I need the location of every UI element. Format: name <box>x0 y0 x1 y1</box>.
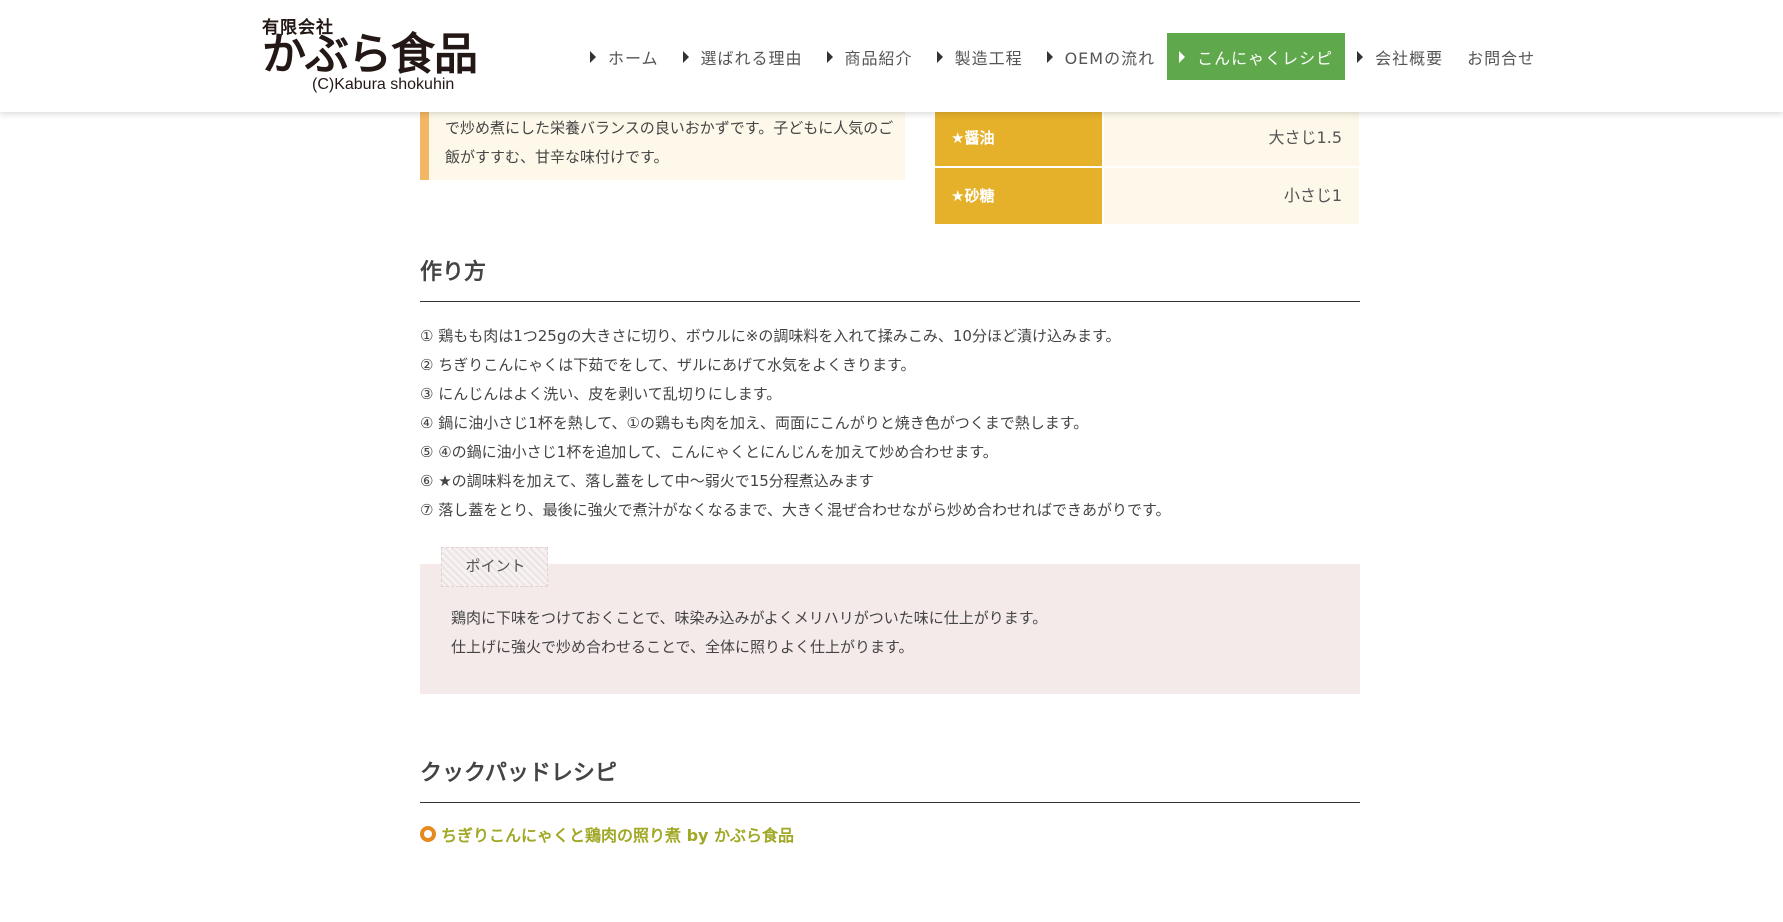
site-logo[interactable]: 有限会社 かぶら食品 (C)Kabura shokuhin <box>262 13 522 99</box>
method-step: ⑥ ★の調味料を加えて、落し蓋をして中〜弱火で15分程煮込みます <box>420 472 874 490</box>
nav-item-oem[interactable]: OEMの流れ <box>1035 33 1168 80</box>
nav-label: お問合せ <box>1467 48 1536 68</box>
nav-item-manufacturing[interactable]: 製造工程 <box>925 33 1035 80</box>
method-step: ⑤ ④の鍋に油小さじ1杯を追加して、こんにゃくとにんじんを加えて炒め合わせます。 <box>420 443 998 461</box>
method-steps: ① 鶏もも肉は1つ25gの大きさに切り、ボウルに※の調味料を入れて揉みこみ、10… <box>420 322 1360 525</box>
triangle-right-icon <box>1046 50 1053 63</box>
method-step: ② ちぎりこんにゃくは下茹でをして、ザルにあげて水気をよくきります。 <box>420 356 916 374</box>
logo-copyright: (C)Kabura shokuhin <box>312 76 455 93</box>
nav-label: OEMの流れ <box>1064 48 1156 68</box>
recipe-intro-text: で炒め煮にした栄養バランスの良いおかずです。子どもに人気のご 飯がすすむ、甘辛な… <box>445 119 894 166</box>
site-header: 有限会社 かぶら食品 (C)Kabura shokuhin ホーム 選ばれる理由… <box>0 0 1783 112</box>
point-label-text: ポイント <box>465 557 526 575</box>
logo-name: かぶら食品 <box>262 29 478 80</box>
triangle-right-icon <box>682 50 689 63</box>
point-label: ポイント <box>441 547 548 587</box>
triangle-right-icon <box>826 50 833 63</box>
nav-item-home[interactable]: ホーム <box>578 33 671 80</box>
nav-item-recipes[interactable]: こんにゃくレシピ <box>1167 33 1346 80</box>
nav-label: ホーム <box>608 48 659 68</box>
point-box: ポイント 鶏肉に下味をつけておくことで、味染み込みがよくメリハリがついた味に仕上… <box>420 547 1360 694</box>
cookpad-link-row: ちぎりこんにゃくと鶏肉の照り煮 by かぶら食品 <box>420 822 794 846</box>
cookpad-icon <box>420 826 436 842</box>
ingredient-name: ★砂糖 <box>935 168 1102 224</box>
ingredient-amount: 小さじ1 <box>1104 168 1359 224</box>
triangle-right-icon <box>590 50 596 63</box>
nav-item-company[interactable]: 会社概要 <box>1345 33 1455 80</box>
method-step: ⑦ 落し蓋をとり、最後に強火で煮汁がなくなるまで、大きく混ぜ合わせながら炒め合わ… <box>420 501 1171 519</box>
ingredient-name: ★醤油 <box>935 110 1102 166</box>
nav-item-contact[interactable]: お問合せ <box>1455 33 1547 80</box>
cookpad-heading: クックパッドレシピ <box>420 756 1360 803</box>
nav-item-reasons[interactable]: 選ばれる理由 <box>671 33 815 80</box>
cookpad-recipe-link[interactable]: ちぎりこんにゃくと鶏肉の照り煮 by かぶら食品 <box>441 822 794 846</box>
ingredient-row: ★砂糖 小さじ1 <box>935 168 1359 224</box>
ingredient-row: ★醤油 大さじ1.5 <box>935 110 1359 166</box>
nav-item-products[interactable]: 商品紹介 <box>815 33 925 80</box>
nav-label: 製造工程 <box>954 48 1023 68</box>
triangle-right-icon <box>1179 50 1186 63</box>
method-heading: 作り方 <box>420 255 1360 302</box>
nav-label: 商品紹介 <box>844 48 913 68</box>
method-step: ① 鶏もも肉は1つ25gの大きさに切り、ボウルに※の調味料を入れて揉みこみ、10… <box>420 327 1121 345</box>
triangle-right-icon <box>936 50 943 63</box>
main-nav: ホーム 選ばれる理由 商品紹介 製造工程 OEMの流れ こんにゃくレシピ 会社概… <box>578 33 1547 80</box>
point-text: 鶏肉に下味をつけておくことで、味染み込みがよくメリハリがついた味に仕上がります。… <box>451 609 1048 656</box>
triangle-right-icon <box>1357 50 1364 63</box>
nav-label: 会社概要 <box>1375 48 1444 68</box>
nav-label: こんにゃくレシピ <box>1197 48 1334 68</box>
method-step: ④ 鍋に油小さじ1杯を熱して、①の鶏もも肉を加え、両面にこんがりと焼き色がつくま… <box>420 414 1089 432</box>
nav-label: 選ばれる理由 <box>700 48 803 68</box>
method-step: ③ にんじんはよく洗い、皮を剥いて乱切りにします。 <box>420 385 782 403</box>
ingredient-amount: 大さじ1.5 <box>1104 110 1359 166</box>
